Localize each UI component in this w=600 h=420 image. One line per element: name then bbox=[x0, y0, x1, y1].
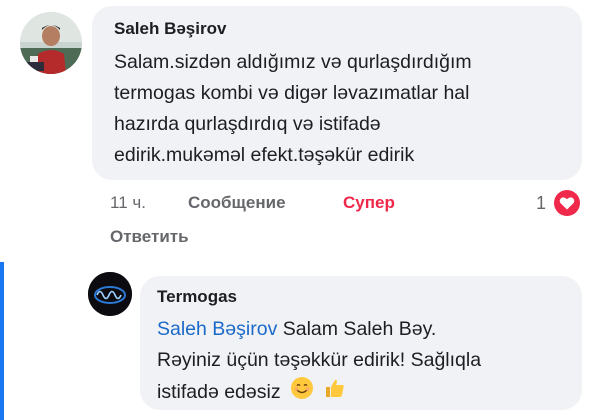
comment-line: hazırda qurlaşdırdıq və istifadə bbox=[114, 113, 381, 135]
message-button[interactable]: Сообщение bbox=[188, 193, 286, 213]
reaction-button[interactable]: Супер bbox=[343, 193, 395, 213]
comment-line: Salam.sizdən aldığımız və qurlaşdırdığım bbox=[114, 51, 472, 73]
reaction-count[interactable]: 1 bbox=[536, 193, 546, 214]
mention-link[interactable]: Saleh Bəşirov bbox=[157, 318, 277, 340]
reply-avatar[interactable] bbox=[88, 272, 132, 316]
comment-text: Salam.sizdən aldığımız və qurlaşdırdığım… bbox=[114, 47, 574, 171]
reply-line-text: istifadə edəsiz bbox=[157, 381, 281, 404]
comment-bubble: Saleh Bəşirov Salam.sizdən aldığımız və … bbox=[92, 6, 582, 180]
reply-author[interactable]: Termogas bbox=[157, 287, 237, 307]
reply-line: istifadə edəsiz bbox=[157, 376, 577, 410]
comment: Saleh Bəşirov Salam.sizdən aldığımız və … bbox=[0, 0, 600, 258]
heart-icon[interactable] bbox=[554, 190, 580, 216]
reply-thread-line bbox=[0, 262, 4, 420]
comment-author[interactable]: Saleh Bəşirov bbox=[114, 19, 226, 39]
comment-line: termogas kombi və digər ləvazımatlar hal bbox=[114, 82, 470, 104]
reply-line: Rəyiniz üçün təşəkkür edirik! Sağlıqla bbox=[157, 349, 482, 371]
reply-button[interactable]: Ответить bbox=[110, 227, 189, 247]
reply-line-text: Salam Saleh Bəy. bbox=[277, 318, 437, 340]
smiling-face-icon bbox=[290, 376, 314, 410]
commenter-avatar[interactable] bbox=[20, 12, 82, 74]
comment-line: edirik.mukəməl efekt.təşəkür edirik bbox=[114, 144, 415, 166]
reply-text: Saleh Bəşirov Salam Saleh Bəy. Rəyiniz ü… bbox=[157, 314, 577, 410]
thumbs-up-icon bbox=[323, 376, 347, 410]
reply-bubble: Termogas Saleh Bəşirov Salam Saleh Bəy. … bbox=[140, 276, 582, 410]
comment-timestamp[interactable]: 11 ч. bbox=[110, 193, 146, 213]
reply-line: Saleh Bəşirov Salam Saleh Bəy. bbox=[157, 314, 577, 345]
